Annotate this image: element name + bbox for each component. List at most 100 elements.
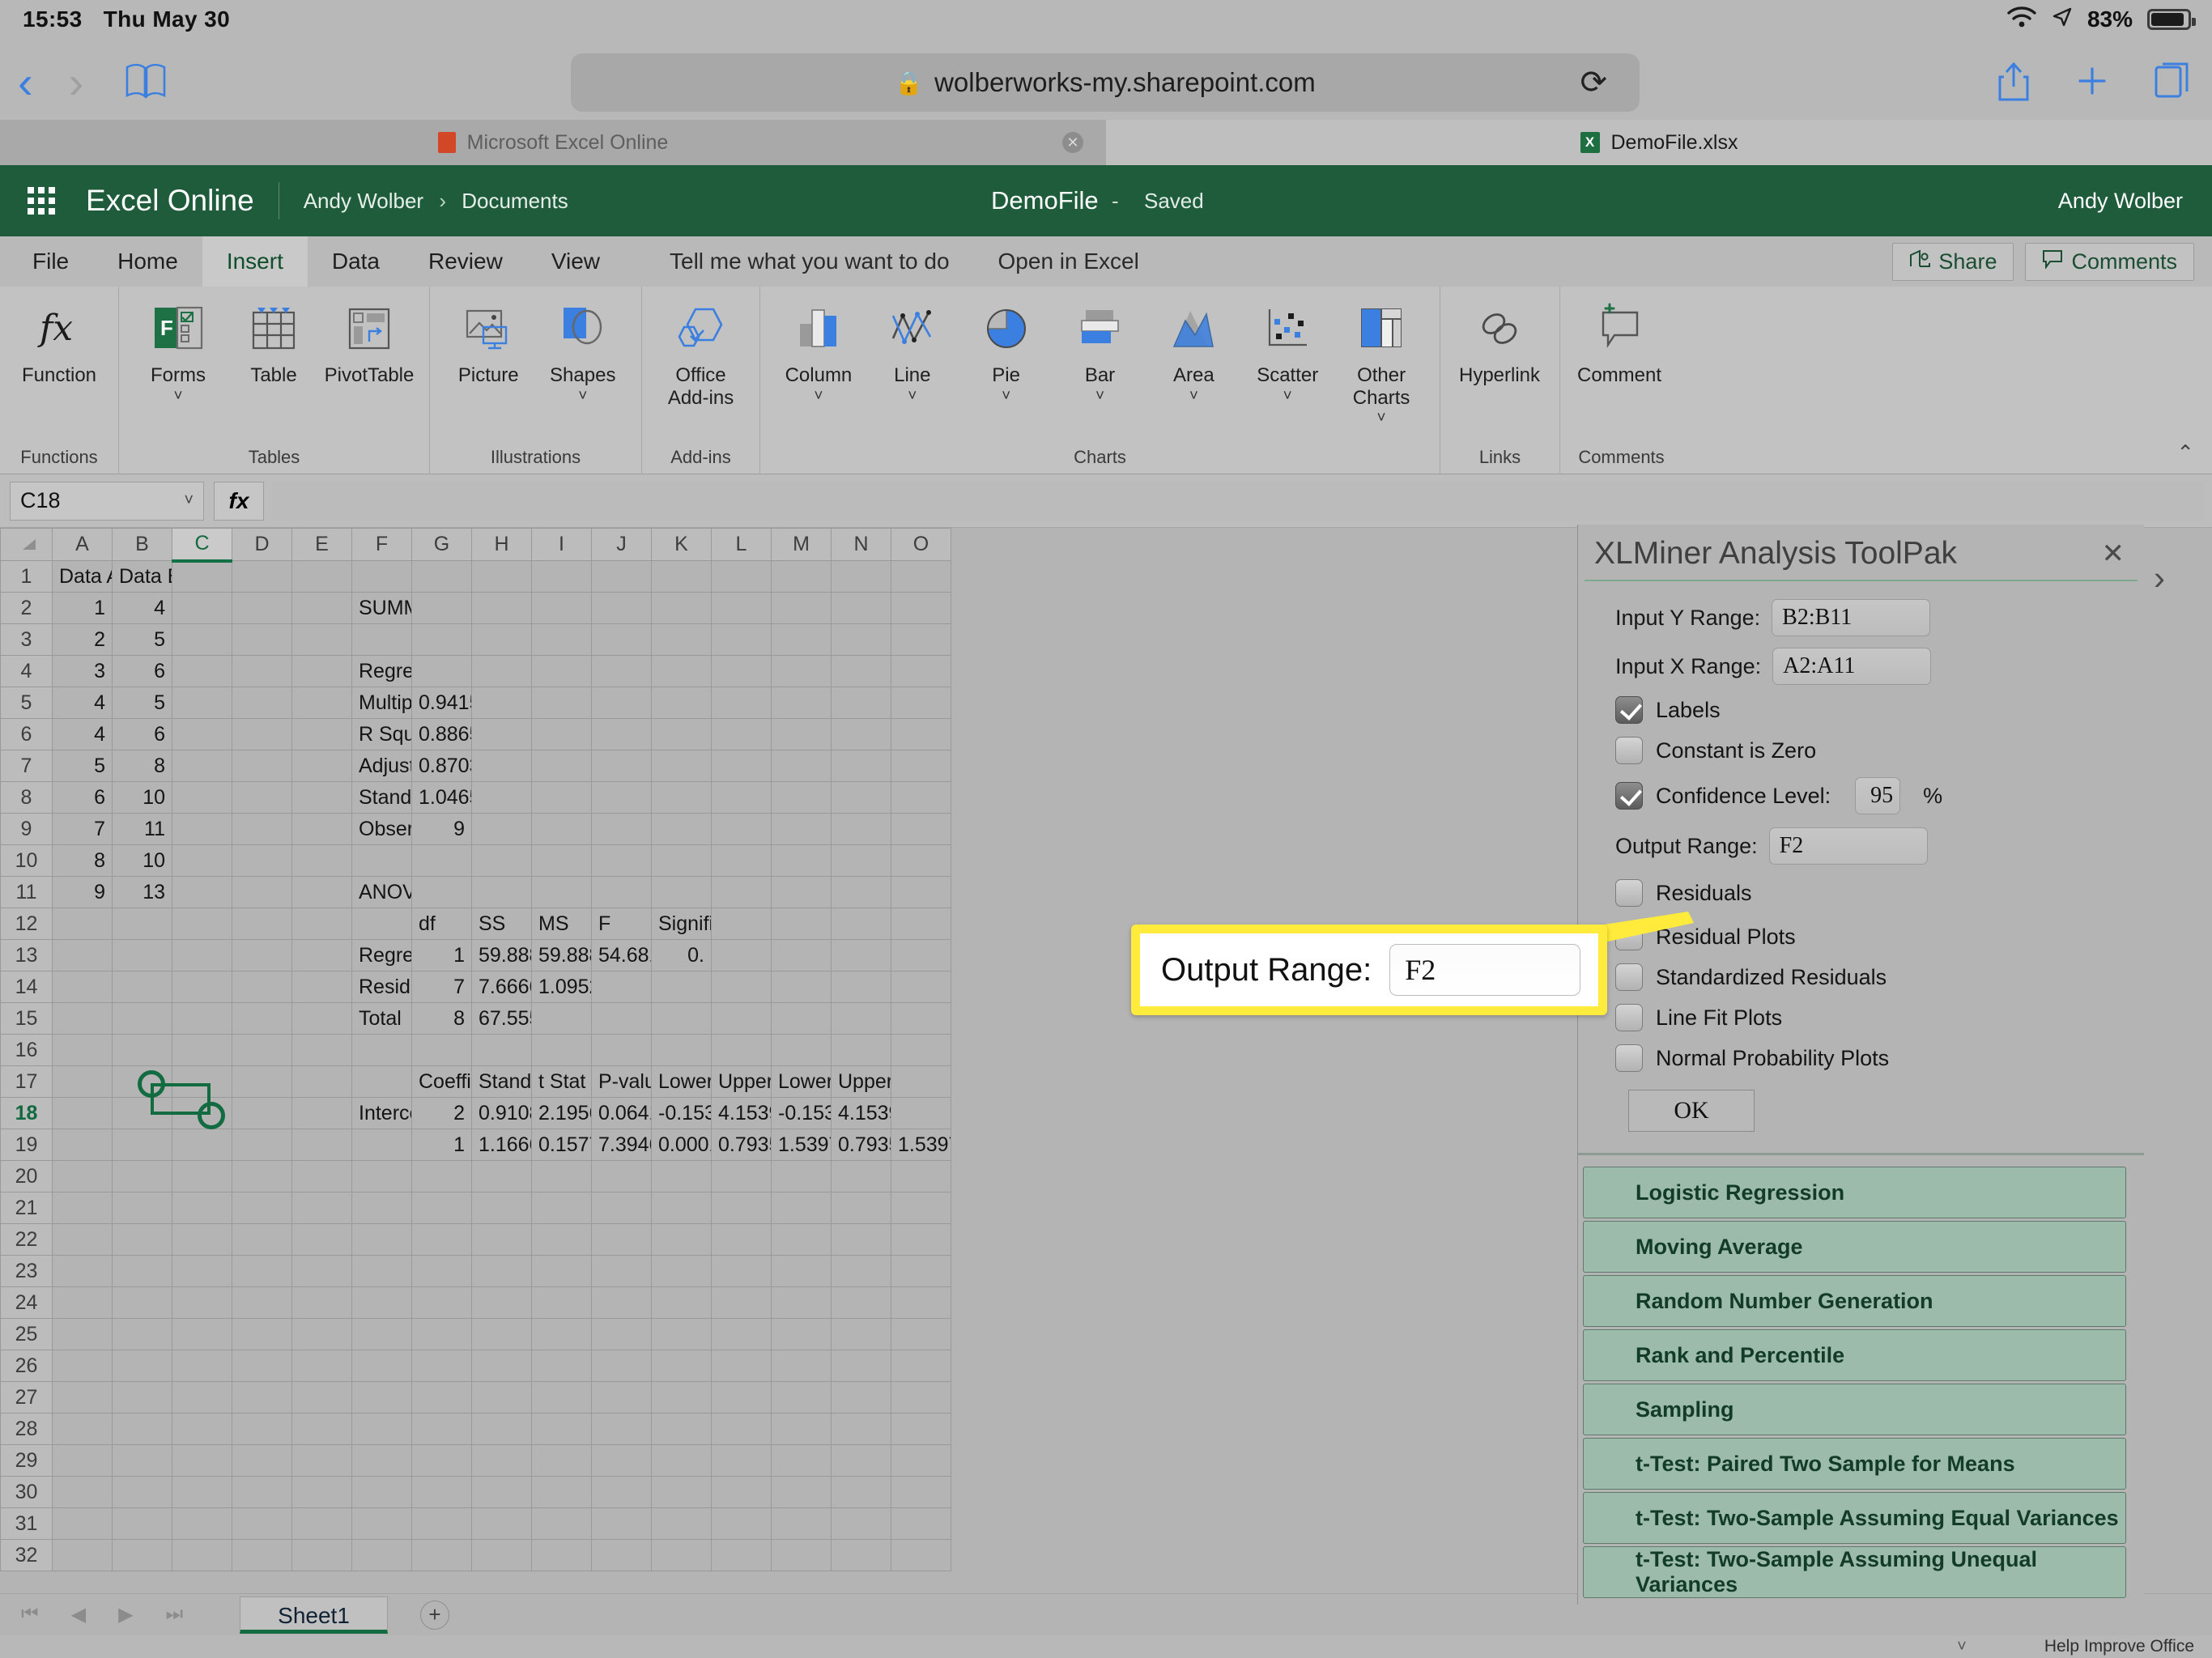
cell-B30[interactable] [112,1476,172,1508]
cell-J13[interactable]: 54.68116 [591,939,652,971]
cell-H16[interactable] [471,1034,532,1066]
cell-A22[interactable] [52,1223,113,1256]
cell-G15[interactable]: 8 [411,1002,472,1035]
cell-O21[interactable] [891,1192,951,1224]
analysis-tool-button-0[interactable]: Logistic Regression [1583,1167,2126,1218]
cell-H24[interactable] [471,1286,532,1319]
cell-N31[interactable] [831,1507,891,1540]
cell-M19[interactable]: 1.539736 [771,1129,832,1161]
cell-N3[interactable] [831,623,891,656]
cell-J27[interactable] [591,1381,652,1414]
cell-D20[interactable] [232,1160,292,1192]
cell-O20[interactable] [891,1160,951,1192]
cell-J18[interactable]: 0.064142 [591,1097,652,1129]
cell-L8[interactable] [711,781,772,814]
cell-E23[interactable] [291,1255,352,1287]
line-fit-plots-checkbox[interactable] [1615,1004,1643,1031]
cell-J20[interactable] [591,1160,652,1192]
cell-M15[interactable] [771,1002,832,1035]
cell-G17[interactable]: Coefficients [411,1065,472,1098]
cell-B14[interactable] [112,971,172,1003]
cell-G8[interactable]: 1.046536 [411,781,472,814]
cell-L3[interactable] [711,623,772,656]
share-icon[interactable] [1995,59,2032,107]
confidence-level-checkbox[interactable] [1615,782,1643,810]
row-header-7[interactable]: 7 [0,750,53,782]
row-header-25[interactable]: 25 [0,1318,53,1350]
cell-N7[interactable] [831,750,891,782]
cell-H15[interactable]: 67.55556 [471,1002,532,1035]
cell-M26[interactable] [771,1350,832,1382]
cell-N20[interactable] [831,1160,891,1192]
cell-N15[interactable] [831,1002,891,1035]
cell-G2[interactable] [411,592,472,624]
cell-M9[interactable] [771,813,832,845]
cell-G3[interactable] [411,623,472,656]
cell-N11[interactable] [831,876,891,908]
cell-A30[interactable] [52,1476,113,1508]
cell-L1[interactable] [711,560,772,593]
constant-is-zero-checkbox[interactable] [1615,737,1643,764]
cell-B29[interactable] [112,1444,172,1477]
cell-O8[interactable] [891,781,951,814]
cell-L21[interactable] [711,1192,772,1224]
cell-I27[interactable] [531,1381,592,1414]
residual-plots-checkbox-row[interactable]: Residual Plots [1578,923,2144,950]
cell-L28[interactable] [711,1413,772,1445]
cell-I15[interactable] [531,1002,592,1035]
cell-L26[interactable] [711,1350,772,1382]
cell-C23[interactable] [172,1255,232,1287]
cell-A25[interactable] [52,1318,113,1350]
cell-I9[interactable] [531,813,592,845]
cell-E22[interactable] [291,1223,352,1256]
cell-J26[interactable] [591,1350,652,1382]
row-header-24[interactable]: 24 [0,1286,53,1319]
cell-A17[interactable] [52,1065,113,1098]
row-header-28[interactable]: 28 [0,1413,53,1445]
cell-M28[interactable] [771,1413,832,1445]
cell-A31[interactable] [52,1507,113,1540]
cell-E14[interactable] [291,971,352,1003]
cell-J15[interactable] [591,1002,652,1035]
cell-A3[interactable]: 2 [52,623,113,656]
cell-B22[interactable] [112,1223,172,1256]
cell-E7[interactable] [291,750,352,782]
cell-K31[interactable] [651,1507,712,1540]
cell-G20[interactable] [411,1160,472,1192]
cell-D2[interactable] [232,592,292,624]
constant-is-zero-checkbox-row[interactable]: Constant is Zero [1578,737,2144,764]
cell-A6[interactable]: 4 [52,718,113,750]
cell-E10[interactable] [291,844,352,877]
cell-B7[interactable]: 8 [112,750,172,782]
cell-C15[interactable] [172,1002,232,1035]
cell-I19[interactable]: 0.157771 [531,1129,592,1161]
cell-I10[interactable] [531,844,592,877]
cell-C16[interactable] [172,1034,232,1066]
cell-L27[interactable] [711,1381,772,1414]
cell-N2[interactable] [831,592,891,624]
cell-K12[interactable]: Significance F [651,908,712,940]
cell-D32[interactable] [232,1539,292,1571]
cell-B16[interactable] [112,1034,172,1066]
cell-O19[interactable]: 1.539736 [891,1129,951,1161]
cell-E32[interactable] [291,1539,352,1571]
cell-E9[interactable] [291,813,352,845]
cell-O28[interactable] [891,1413,951,1445]
select-all-corner[interactable] [0,528,53,561]
cell-L16[interactable] [711,1034,772,1066]
cell-H2[interactable] [471,592,532,624]
cell-L5[interactable] [711,687,772,719]
cell-J30[interactable] [591,1476,652,1508]
cell-E27[interactable] [291,1381,352,1414]
cell-I31[interactable] [531,1507,592,1540]
cell-N10[interactable] [831,844,891,877]
cell-E16[interactable] [291,1034,352,1066]
labels-checkbox[interactable] [1615,696,1643,724]
column-header-g[interactable]: G [411,528,472,561]
cell-J31[interactable] [591,1507,652,1540]
cell-F26[interactable] [351,1350,412,1382]
cell-M7[interactable] [771,750,832,782]
share-button[interactable]: Share [1892,242,2014,281]
cell-H7[interactable] [471,750,532,782]
cell-F31[interactable] [351,1507,412,1540]
